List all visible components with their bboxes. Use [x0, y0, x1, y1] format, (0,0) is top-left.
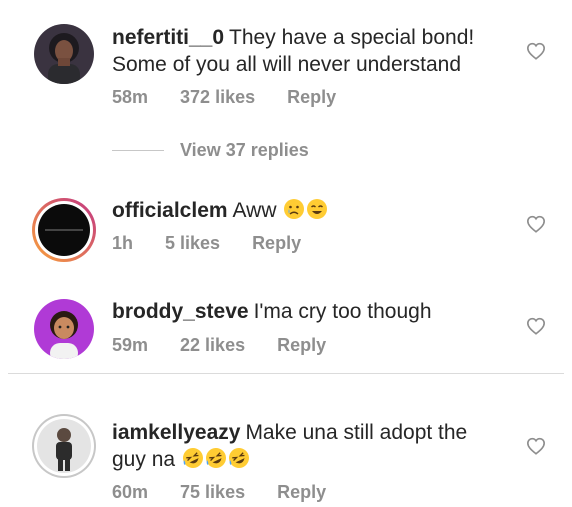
sad-tear-face-icon [284, 199, 305, 219]
comment-text: broddy_steve I'ma cry too though [112, 298, 512, 325]
comment-likes[interactable]: 372 likes [180, 87, 255, 108]
comment-text: iamkellyeazy Make una still adopt the guy… [112, 419, 482, 473]
view-replies-line [112, 150, 164, 151]
reply-button[interactable]: Reply [252, 233, 301, 254]
comment-likes[interactable]: 75 likes [180, 482, 245, 503]
divider [8, 373, 564, 374]
reply-button[interactable]: Reply [277, 335, 326, 356]
view-replies-button[interactable]: View 37 replies [112, 140, 309, 161]
comment-text: nefertiti__0 They have a special bond! So… [112, 24, 512, 78]
comment-username[interactable]: broddy_steve [112, 300, 249, 323]
rofl-face-icon [228, 448, 249, 468]
comment-meta: 58m 372 likes Reply [112, 87, 336, 108]
comment-time: 60m [112, 482, 149, 502]
rofl-face-icon [182, 448, 203, 468]
comment-likes[interactable]: 22 likes [180, 335, 245, 356]
comment-meta: 59m 22 likes Reply [112, 335, 326, 356]
comment-body: I'ma cry too though [253, 300, 432, 323]
comment-time: 59m [112, 335, 149, 355]
rofl-face-icon [205, 448, 226, 468]
comment-meta: 60m 75 likes Reply [112, 482, 326, 503]
comment-username[interactable]: nefertiti__0 [112, 26, 224, 49]
avatar[interactable] [31, 197, 97, 263]
heart-outline-icon[interactable] [526, 42, 546, 65]
comment-likes[interactable]: 5 likes [165, 233, 220, 254]
comment-username[interactable]: iamkellyeazy [112, 421, 240, 444]
comment-meta: 1h 5 likes Reply [112, 233, 301, 254]
comment-time: 1h [112, 233, 134, 253]
comment-time: 58m [112, 87, 149, 107]
comment-username[interactable]: officialclem [112, 199, 228, 222]
comment-body: Aww [232, 199, 277, 222]
heart-outline-icon[interactable] [526, 215, 546, 238]
avatar[interactable] [34, 24, 94, 84]
avatar[interactable] [31, 413, 97, 479]
heart-outline-icon[interactable] [526, 317, 546, 340]
avatar[interactable] [34, 299, 94, 359]
view-replies-label: View 37 replies [180, 140, 309, 160]
smiling-face-icon [307, 199, 328, 219]
comment-text: officialclem Aww [112, 197, 512, 224]
reply-button[interactable]: Reply [277, 482, 326, 503]
heart-outline-icon[interactable] [526, 437, 546, 460]
reply-button[interactable]: Reply [287, 87, 336, 108]
